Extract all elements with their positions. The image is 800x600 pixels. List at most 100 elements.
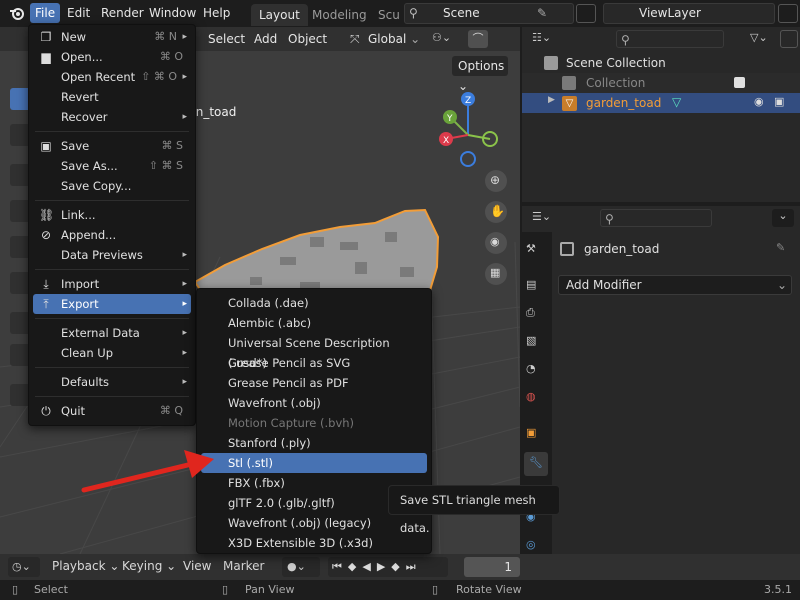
chevron-down-icon[interactable]: ⌄ <box>772 209 794 227</box>
menu-external-data[interactable]: External Data ▸ <box>33 323 191 343</box>
export-collada[interactable]: Collada (.dae) <box>201 293 427 313</box>
modifier-tab-wrench-icon[interactable]: 🔧︎ <box>524 452 548 476</box>
file-menu: ❐ New ⌘ N ▸ ▆ Open... ⌘ O Open Recent ⇧ ⌘ O ▸ R… <box>28 24 196 426</box>
keying-menu[interactable]: Keying ⌄ <box>122 559 176 573</box>
marker-menu[interactable]: Marker <box>223 559 264 573</box>
export-grease-pencil-svg[interactable]: Grease Pencil as SVG <box>201 353 427 373</box>
pivot-icon[interactable]: ⚇⌄ <box>432 31 462 49</box>
eye-icon[interactable]: ◉ <box>754 95 764 108</box>
scene-selector[interactable]: ⚲ Scene ✎ <box>404 3 574 24</box>
outliner-panel: ☷⌄ ⚲ ▽⌄ Scene Collection Collection ▶ ▽ … <box>522 27 800 202</box>
export-usd[interactable]: Universal Scene Description (.usd*) <box>201 333 427 370</box>
object-data-icon <box>560 242 574 256</box>
record-button[interactable]: ●⌄ <box>282 557 320 577</box>
menu-import[interactable]: ⤓ Import ▸ <box>33 274 191 294</box>
menu-window[interactable]: Window <box>144 3 201 23</box>
current-frame-field[interactable]: 1 <box>464 557 520 577</box>
menu-append[interactable]: ⊘ Append... <box>33 225 191 245</box>
menu-data-previews[interactable]: Data Previews ▸ <box>33 245 191 265</box>
menu-edit[interactable]: Edit <box>62 3 95 23</box>
scene-collection-icon <box>544 56 558 70</box>
expand-arrow-icon[interactable]: ▶ <box>548 95 555 105</box>
collection-label: Collection <box>586 76 646 90</box>
select-menu[interactable]: Select <box>208 30 245 48</box>
gizmo-z-label: Z <box>465 96 471 106</box>
menu-render[interactable]: Render <box>96 3 149 23</box>
outliner-search-input[interactable]: ⚲ <box>616 30 724 48</box>
new-collection-button[interactable] <box>780 30 798 48</box>
export-x3d[interactable]: X3D Extensible 3D (.x3d) <box>201 533 427 553</box>
menu-save-as[interactable]: Save As... ⇧ ⌘ S <box>33 156 191 176</box>
menu-link[interactable]: ⛓ Link... <box>33 205 191 225</box>
navigation-gizmo[interactable]: Z Y X <box>432 89 502 169</box>
top-bar: File Edit Render Window Help Layout Mode… <box>0 0 800 27</box>
view-menu[interactable]: View <box>183 559 211 573</box>
display-mode-icon[interactable]: ☷⌄ <box>532 31 551 44</box>
render-tab-icon[interactable]: ▤ <box>526 278 548 298</box>
scene-tab-icon[interactable]: ◔ <box>526 362 548 382</box>
menu-quit[interactable]: ⏻ Quit ⌘ Q <box>33 401 191 421</box>
blender-logo-icon[interactable] <box>9 5 25 21</box>
options-dropdown[interactable]: Options ⌄ <box>452 56 508 93</box>
menu-defaults[interactable]: Defaults ▸ <box>33 372 191 392</box>
export-stanford-ply[interactable]: Stanford (.ply) <box>201 433 427 453</box>
export-stl[interactable]: Stl (.stl) <box>201 453 427 473</box>
viewlayer-selector[interactable]: ViewLayer <box>603 3 775 24</box>
hand-pan-icon[interactable]: ✋ <box>485 201 507 223</box>
zoom-icon[interactable]: ⊕ <box>485 170 507 192</box>
menu-open-recent[interactable]: Open Recent ⇧ ⌘ O ▸ <box>33 67 191 87</box>
menu-recover[interactable]: Recover ▸ <box>33 107 191 127</box>
menu-help[interactable]: Help <box>198 3 235 23</box>
collection-row[interactable]: Collection <box>522 73 800 93</box>
status-pan-view: Pan View <box>245 583 295 596</box>
menu-file[interactable]: File <box>30 3 61 23</box>
playback-menu[interactable]: Playback ⌄ <box>52 559 119 573</box>
export-grease-pencil-pdf[interactable]: Grease Pencil as PDF <box>201 373 427 393</box>
filter-icon[interactable]: ▽⌄ <box>750 31 768 44</box>
view-layer-tab-icon[interactable]: ▧ <box>526 334 548 354</box>
menu-open[interactable]: ▆ Open... ⌘ O <box>33 47 191 67</box>
pin-icon[interactable]: ✎ <box>537 4 547 22</box>
playback-controls[interactable]: ⏮◆◀▶◆⏭ <box>328 557 448 577</box>
output-tab-icon[interactable]: ⎙ <box>526 306 548 326</box>
pin-icon[interactable]: ✎ <box>776 241 785 254</box>
orientation-dropdown[interactable]: ⤧ Global ⌄ <box>348 30 420 48</box>
scene-collection-label[interactable]: Scene Collection <box>566 56 666 70</box>
tool-tab-icon[interactable]: ⚒ <box>526 242 548 262</box>
tab-sculpting[interactable]: Scu <box>370 4 400 26</box>
clock-icon[interactable]: ◷⌄ <box>8 557 40 577</box>
add-modifier-dropdown[interactable]: Add Modifier ⌄ <box>558 275 792 295</box>
menu-save[interactable]: ▣ Save ⌘ S <box>33 136 191 156</box>
menu-revert[interactable]: Revert <box>33 87 191 107</box>
tab-layout[interactable]: Layout <box>251 4 308 26</box>
tab-modeling[interactable]: Modeling <box>304 4 375 26</box>
editor-type-icon[interactable]: ☰⌄ <box>532 210 551 223</box>
grid-perspective-icon[interactable]: ▦ <box>485 263 507 285</box>
menu-save-copy[interactable]: Save Copy... <box>33 176 191 196</box>
object-label: garden_toad <box>586 96 662 110</box>
object-tab-icon[interactable]: ▣ <box>526 426 548 446</box>
mouse-left-icon: ▯ <box>12 583 19 596</box>
add-menu[interactable]: Add <box>254 30 277 48</box>
object-menu[interactable]: Object <box>288 30 327 48</box>
menu-export[interactable]: ⤒ Export ▸ <box>33 294 191 314</box>
menu-clean-up[interactable]: Clean Up ▸ <box>33 343 191 363</box>
snap-icon[interactable]: ⌒ <box>468 30 488 48</box>
scene-name: Scene <box>443 6 480 20</box>
world-tab-icon[interactable]: ◍ <box>526 390 548 410</box>
orientation-icon: ⤧ <box>350 32 360 46</box>
menu-divider <box>35 131 189 132</box>
camera-icon[interactable]: ◉ <box>485 232 507 254</box>
search-icon: ⚲ <box>621 33 630 47</box>
new-scene-button[interactable] <box>576 4 596 23</box>
new-viewlayer-button[interactable] <box>778 4 798 23</box>
properties-search-input[interactable]: ⚲ <box>600 209 712 227</box>
object-row[interactable]: ▶ ▽ garden_toad ▽ ◉ ▣ <box>522 93 800 113</box>
export-alembic[interactable]: Alembic (.abc) <box>201 313 427 333</box>
export-wavefront-obj[interactable]: Wavefront (.obj) <box>201 393 427 413</box>
export-wavefront-obj-legacy[interactable]: Wavefront (.obj) (legacy) <box>201 513 427 533</box>
status-rotate-view: Rotate View <box>456 583 522 596</box>
menu-new[interactable]: ❐ New ⌘ N ▸ <box>33 27 191 47</box>
collection-checkbox[interactable] <box>734 77 745 88</box>
render-camera-icon[interactable]: ▣ <box>774 95 784 108</box>
